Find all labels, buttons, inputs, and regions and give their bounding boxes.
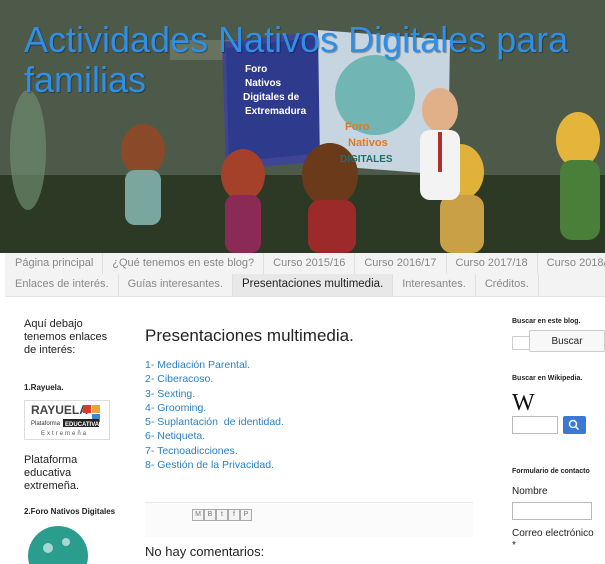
foro-nativos-logo[interactable] [24,524,94,564]
tab-curso-2018[interactable]: Curso 2018/19 [538,253,605,274]
tab-interesantes[interactable]: Interesantes. [393,274,476,296]
wikipedia-search-button[interactable] [563,416,586,434]
screen-right-line-3: DIGITALES [340,154,393,165]
tab-creditos[interactable]: Créditos. [476,274,539,296]
tab-enlaces[interactable]: Enlaces de interés. [5,274,119,296]
tab-curso-2017[interactable]: Curso 2017/18 [447,253,538,274]
left-sidebar: Aquí debajo tenemos enlaces de interés: … [24,318,116,564]
wikipedia-logo-icon: W [512,390,535,416]
tab-guias[interactable]: Guías interesantes. [119,274,233,296]
facebook-share-icon[interactable]: f [228,509,240,521]
link-tecnoadicciones[interactable]: 7- Tecnoadicciones. [145,444,284,458]
comments-heading: No hay comentarios: [145,544,265,559]
blog-share-icon[interactable]: B [204,509,216,521]
pinterest-share-icon[interactable]: P [240,509,252,521]
tab-curso-2016[interactable]: Curso 2016/17 [355,253,447,274]
screen-left-line-4: Extremadura [245,106,307,117]
search-widget-title: Buscar en este blog. [512,318,581,325]
email-label: Correo electrónico [512,528,594,539]
rayuela-description: Plataforma educativa extremeña. [24,454,80,492]
email-required-mark: * [512,540,516,551]
link-mediacion-parental[interactable]: 1- Mediación Parental. [145,358,284,372]
rayuela-logo[interactable]: RAYUELA Plataforma EDUCATIVA Extremeña [24,400,110,440]
rayuela-logo-educativa: EDUCATIVA [65,422,100,428]
link-netiqueta[interactable]: 6- Netiqueta. [145,429,284,443]
tab-curso-2015[interactable]: Curso 2015/16 [264,253,356,274]
main-post: Presentaciones multimedia. 1- Mediación … [125,314,490,559]
blog-title[interactable]: Actividades Nativos Digitales para famil… [24,20,584,100]
post-title: Presentaciones multimedia. [145,326,354,345]
tab-que-tenemos[interactable]: ¿Qué tenemos en este blog? [103,253,265,274]
right-sidebar: Buscar en este blog. Buscar Buscar en Wi… [512,318,605,551]
twitter-share-icon[interactable]: t [216,509,228,521]
rayuela-logo-word: RAYUELA [31,403,88,417]
share-bar: M B t f P [145,502,473,537]
nav-tabs-row-2: Enlaces de interés. Guías interesantes. … [5,274,605,297]
rayuela-logo-extremena: Extremeña [41,431,88,437]
sidebar-intro: Aquí debajo tenemos enlaces de interés: [24,318,108,356]
contact-form-title: Formulario de contacto [512,468,590,475]
link-privacidad[interactable]: 8- Gestión de la Privacidad. [145,458,284,472]
search-icon [568,419,580,431]
post-link-list: 1- Mediación Parental. 2- Ciberacoso. 3-… [145,358,284,472]
link-suplantacion[interactable]: 5- Suplantación de identidad. [145,415,284,429]
blog-header: Foro Nativos Digitales de Extremadura Fo… [0,0,605,253]
search-button[interactable]: Buscar [529,330,605,352]
link-sexting[interactable]: 3- Sexting. [145,387,284,401]
link-grooming[interactable]: 4- Grooming. [145,401,284,415]
email-share-icon[interactable]: M [192,509,204,521]
tab-pagina-principal[interactable]: Página principal [5,253,104,274]
nav-tabs-row-1: Página principal ¿Qué tenemos en este bl… [5,253,605,275]
wiki-widget-title: Buscar en Wikipedia. [512,375,583,382]
screen-right-line-2: Nativos [348,137,388,149]
wikipedia-search-input[interactable] [512,416,558,434]
link-ciberacoso[interactable]: 2- Ciberacoso. [145,372,284,386]
name-input[interactable] [512,502,592,520]
screen-right-line-1: Foro [345,121,370,133]
rayuela-logo-plataforma: Plataforma [31,421,61,427]
widget-title-foro: 2.Foro Nativos Digitales [24,507,116,516]
name-label: Nombre [512,486,548,497]
tab-presentaciones[interactable]: Presentaciones multimedia. [232,274,394,296]
widget-title-rayuela: 1.Rayuela. [24,383,64,392]
